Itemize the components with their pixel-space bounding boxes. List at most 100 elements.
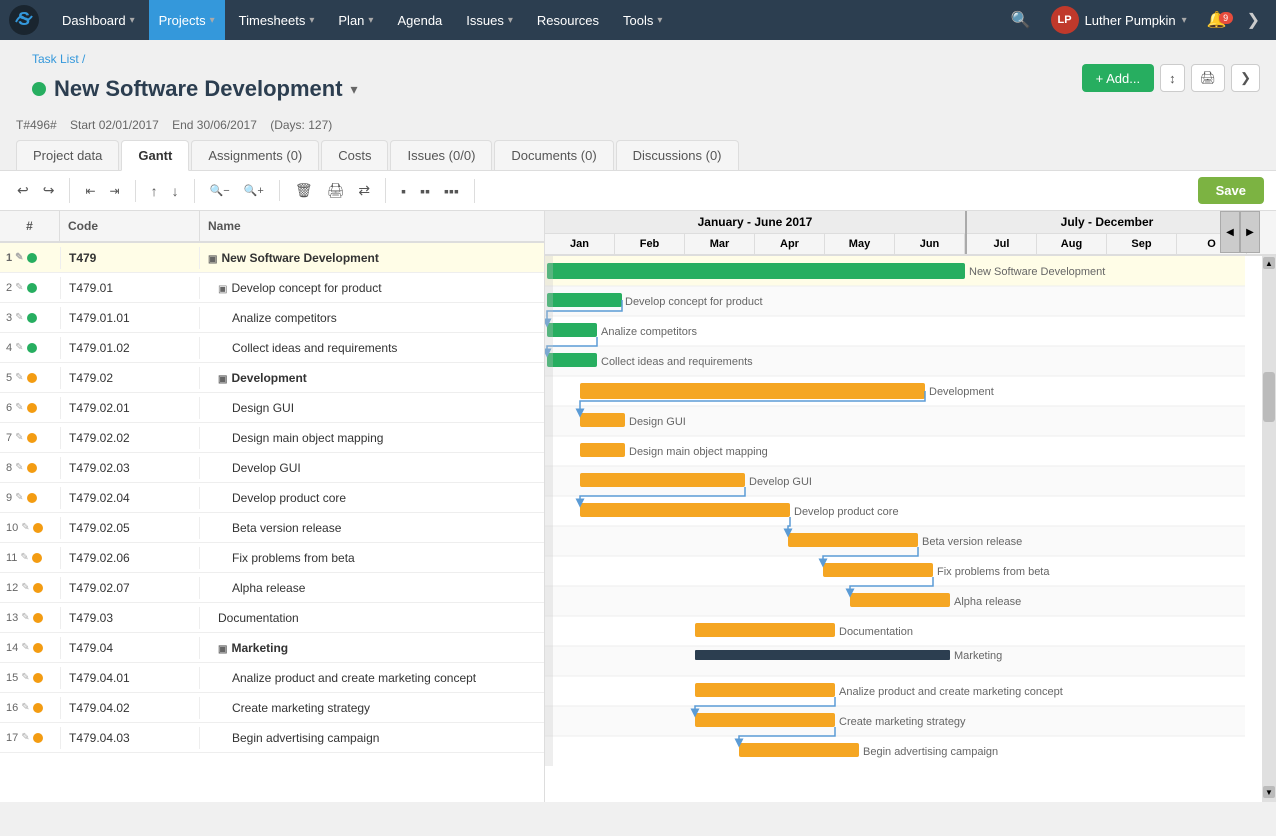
row-edit-icon[interactable]: ✎	[15, 252, 23, 263]
undo-button[interactable]: ↩	[12, 178, 34, 203]
tab-project-data[interactable]: Project data	[16, 140, 119, 170]
bar-3[interactable]	[547, 323, 597, 337]
tab-gantt[interactable]: Gantt	[121, 140, 189, 171]
notification-bell[interactable]: 🔔 9	[1199, 10, 1235, 30]
tab-issues[interactable]: Issues (0/0)	[390, 140, 492, 170]
row-edit-icon[interactable]: ✎	[15, 432, 23, 443]
drag-handle-left[interactable]	[545, 256, 553, 766]
row-edit-icon[interactable]: ✎	[21, 582, 29, 593]
col-header-num: #	[0, 211, 60, 241]
project-title-dropdown[interactable]: ▾	[351, 81, 358, 98]
nav-search-button[interactable]: 🔍	[1003, 10, 1039, 30]
tab-documents[interactable]: Documents (0)	[494, 140, 613, 170]
bar-6[interactable]	[580, 413, 625, 427]
tab-costs[interactable]: Costs	[321, 140, 388, 170]
row-edit-icon[interactable]: ✎	[21, 672, 29, 683]
nav-collapse-button[interactable]: ❯	[1239, 10, 1268, 30]
app-logo[interactable]: S	[8, 4, 40, 36]
zoom-out-button[interactable]: 🔍−	[205, 180, 235, 201]
tab-discussions[interactable]: Discussions (0)	[616, 140, 739, 170]
nav-projects-chevron: ▾	[210, 15, 215, 26]
row-edit-icon[interactable]: ✎	[20, 552, 28, 563]
row-code: T479.02.06	[60, 547, 200, 569]
bar-13[interactable]	[695, 623, 835, 637]
row-edit-icon[interactable]: ✎	[15, 342, 23, 353]
nav-projects[interactable]: Projects ▾	[149, 0, 225, 40]
scroll-thumb[interactable]	[1263, 372, 1275, 422]
row-edit-icon[interactable]: ✎	[15, 372, 23, 383]
scroll-track[interactable]	[1263, 269, 1275, 786]
row-edit-icon[interactable]: ✎	[21, 642, 29, 653]
row-edit-icon[interactable]: ✎	[21, 702, 29, 713]
print-gantt-button[interactable]: 🖨	[322, 178, 350, 203]
bar-5[interactable]	[580, 383, 925, 399]
nav-tools[interactable]: Tools ▾	[613, 0, 672, 40]
delete-button[interactable]: 🗑	[290, 178, 318, 203]
month-apr: Apr	[755, 234, 825, 254]
indent-left-button[interactable]: ⇤	[80, 180, 100, 202]
vertical-scrollbar[interactable]: ▲ ▼	[1262, 253, 1276, 802]
tab-assignments[interactable]: Assignments (0)	[191, 140, 319, 170]
bar-9[interactable]	[580, 503, 790, 517]
chart-scroll-left[interactable]: ◀	[1220, 211, 1240, 253]
collapse-icon[interactable]: ▣	[218, 374, 227, 385]
bar-16[interactable]	[695, 713, 835, 727]
bar-11[interactable]	[823, 563, 933, 577]
bar-14[interactable]	[695, 650, 950, 660]
print-button[interactable]: 🖨	[1191, 64, 1226, 92]
scroll-down-arrow[interactable]: ▼	[1263, 786, 1275, 798]
row-edit-icon[interactable]: ✎	[21, 732, 29, 743]
nav-plan[interactable]: Plan ▾	[328, 0, 383, 40]
scroll-up-arrow[interactable]: ▲	[1263, 257, 1275, 269]
nav-projects-label: Projects	[159, 13, 206, 28]
row-edit-icon[interactable]: ✎	[15, 462, 23, 473]
bar-2[interactable]	[547, 293, 622, 307]
nav-timesheets[interactable]: Timesheets ▾	[229, 0, 325, 40]
row-edit-icon[interactable]: ✎	[15, 282, 23, 293]
link-button[interactable]: ⇄	[353, 178, 375, 203]
nav-user-menu[interactable]: LP Luther Pumpkin ▾	[1043, 6, 1195, 34]
collapse-icon[interactable]: ▣	[218, 284, 227, 295]
view-1-button[interactable]: ▪	[396, 179, 411, 203]
view-2-button[interactable]: ▪▪	[415, 179, 435, 203]
table-row: 17 ✎ T479.04.03 Begin advertising campai…	[0, 723, 544, 753]
bar-8[interactable]	[580, 473, 745, 487]
nav-issues[interactable]: Issues ▾	[456, 0, 523, 40]
chart-scroll-right[interactable]: ▶	[1240, 211, 1260, 253]
bar-10[interactable]	[788, 533, 918, 547]
collapse-icon[interactable]: ▣	[208, 254, 217, 265]
nav-dashboard-chevron: ▾	[130, 15, 135, 26]
breadcrumb-link[interactable]: Task List /	[32, 52, 85, 66]
gantt-column-headers: January - June 2017 Jan Feb Mar Apr May …	[545, 211, 1276, 256]
collapse-right-button[interactable]: ❯	[1231, 64, 1260, 92]
save-button[interactable]: Save	[1198, 177, 1264, 204]
bar-7[interactable]	[580, 443, 625, 457]
move-down-button[interactable]: ↓	[167, 179, 184, 203]
nav-agenda[interactable]: Agenda	[387, 0, 452, 40]
bar-15[interactable]	[695, 683, 835, 697]
sort-button[interactable]: ↕	[1160, 64, 1185, 92]
zoom-in-button[interactable]: 🔍+	[239, 180, 269, 201]
add-button[interactable]: + Add...	[1082, 64, 1154, 92]
row-edit-icon[interactable]: ✎	[21, 612, 29, 623]
row-number: 14	[6, 642, 18, 654]
table-row: 8 ✎ T479.02.03 Develop GUI	[0, 453, 544, 483]
row-edit-icon[interactable]: ✎	[15, 402, 23, 413]
collapse-icon[interactable]: ▣	[218, 644, 227, 655]
bar-4[interactable]	[547, 353, 597, 367]
row-edit-icon[interactable]: ✎	[15, 312, 23, 323]
bar-17[interactable]	[739, 743, 859, 757]
bar-12[interactable]	[850, 593, 950, 607]
row-edit-icon[interactable]: ✎	[21, 522, 29, 533]
nav-resources[interactable]: Resources	[527, 0, 609, 40]
table-row: 12 ✎ T479.02.07 Alpha release	[0, 573, 544, 603]
row-edit-icon[interactable]: ✎	[15, 492, 23, 503]
view-3-button[interactable]: ▪▪▪	[439, 179, 464, 203]
indent-right-button[interactable]: ⇥	[105, 180, 125, 202]
bar-label-6: Design GUI	[629, 416, 686, 428]
redo-button[interactable]: ↪	[38, 178, 60, 203]
row-status-dot	[33, 733, 43, 743]
nav-dashboard[interactable]: Dashboard ▾	[52, 0, 145, 40]
move-up-button[interactable]: ↑	[146, 179, 163, 203]
bar-1[interactable]	[547, 263, 965, 279]
